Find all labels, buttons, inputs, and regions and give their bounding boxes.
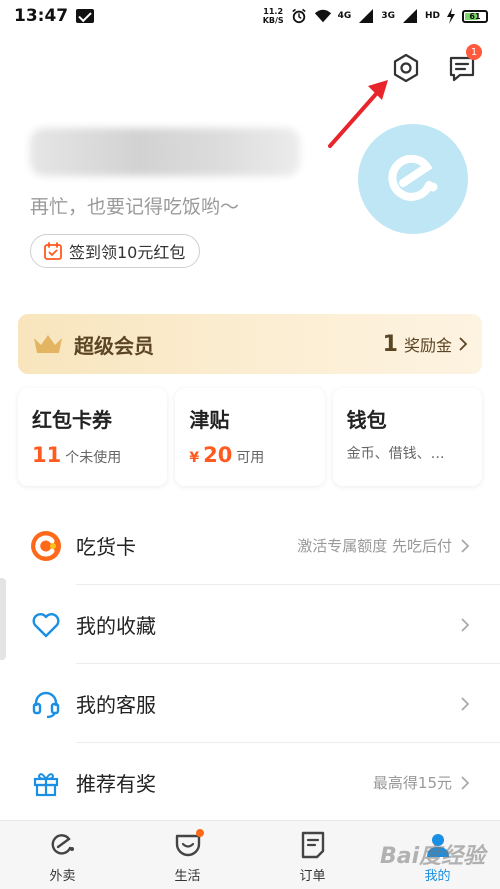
alarm-icon [291, 8, 306, 24]
card-allowance[interactable]: 津贴 ¥ 20 可用 [175, 388, 325, 486]
heart-icon [30, 609, 62, 641]
signal2-icon [402, 9, 417, 23]
card-allowance-number: 20 [203, 443, 233, 467]
list-item-foodie-card[interactable]: 吃货卡 激活专属额度 先吃后付 [0, 506, 500, 585]
list-item-customer-service[interactable]: 我的客服 [0, 664, 500, 743]
nav-label: 订单 [299, 869, 326, 884]
reward-label: 奖励金 [403, 336, 452, 355]
status-right: 11.2 KB/S 4G 3G HD 61 [263, 7, 488, 25]
list-item-hint: 激活专属额度 先吃后付 [297, 537, 452, 555]
list-item-right [460, 696, 470, 712]
list-item-right: 激活专属额度 先吃后付 [297, 535, 470, 556]
foodie-card-icon [30, 530, 62, 562]
battery-icon: 61 [462, 9, 488, 23]
chevron-right-icon [461, 617, 470, 632]
list-item-right [460, 617, 470, 633]
gift-icon [30, 767, 62, 799]
net-speed-unit: KB/S [262, 16, 284, 25]
greeting-text: 再忙，也要记得吃饭哟～ [30, 196, 240, 218]
watermark-text: Bai度经验 [380, 844, 486, 869]
list-item-referral[interactable]: 推荐有奖 最高得15元 [0, 743, 500, 822]
card-coupons[interactable]: 红包卡券 11 个未使用 [18, 388, 168, 486]
card-wallet[interactable]: 钱包 金币、借钱、… [332, 388, 482, 486]
life-icon [172, 829, 204, 861]
eleme-icon [47, 829, 79, 861]
menu-list: 吃货卡 激活专属额度 先吃后付 我的收藏 我的客服 推荐有奖 最高得15元 [0, 506, 500, 822]
card-allowance-title: 津贴 [189, 408, 230, 432]
status-bar: 13:47 11.2 KB/S 4G 3G HD 61 [0, 0, 500, 32]
card-coupons-unit: 个未使用 [65, 450, 122, 466]
checkin-button[interactable]: 签到领10元红包 [30, 234, 201, 268]
net-speed: 11.2 KB/S [263, 7, 284, 25]
order-icon [297, 829, 329, 861]
list-item-label: 我的客服 [76, 693, 156, 717]
nav-item-orders[interactable]: 订单 [250, 821, 375, 889]
list-item-favorites[interactable]: 我的收藏 [0, 585, 500, 664]
super-member-bar[interactable]: 超级会员 1 奖励金 [18, 314, 482, 374]
list-item-label: 吃货卡 [76, 535, 136, 559]
crown-icon [34, 335, 62, 353]
super-member-title: 超级会员 [74, 333, 154, 358]
list-item-label: 我的收藏 [76, 614, 156, 638]
checkin-label: 签到领10元红包 [69, 243, 186, 262]
battery-level: 61 [469, 11, 481, 21]
signal1-label: 4G [337, 11, 352, 21]
messages-button[interactable]: 1 [444, 44, 482, 86]
asset-cards: 红包卡券 11 个未使用 津贴 ¥ 20 可用 钱包 金币、借钱、… [18, 388, 482, 486]
nav-item-life[interactable]: 生活 [125, 821, 250, 889]
avatar[interactable] [358, 124, 468, 234]
status-time: 13:47 [14, 6, 69, 26]
net-speed-value: 11.2 [263, 7, 284, 16]
wifi-icon [314, 9, 331, 23]
notification-message-icon [76, 9, 95, 23]
card-wallet-title: 钱包 [346, 408, 387, 432]
card-allowance-unit: 可用 [236, 450, 265, 466]
nav-label: 生活 [174, 869, 201, 884]
chevron-right-icon [461, 696, 470, 711]
notification-dot [195, 829, 204, 837]
signal2-label: 3G [381, 11, 395, 21]
hd-label: HD [424, 11, 440, 21]
reward-summary: 1 奖励金 [383, 332, 468, 357]
nav-label: 外卖 [49, 869, 76, 884]
charging-icon [447, 8, 455, 24]
username-blurred [30, 128, 300, 176]
chevron-right-icon [459, 337, 468, 351]
list-item-hint: 最高得15元 [372, 774, 452, 792]
eleme-logo-icon [388, 154, 438, 201]
chevron-right-icon [461, 775, 470, 790]
reward-count: 1 [382, 331, 398, 357]
card-coupons-number: 11 [32, 443, 62, 467]
signal1-icon [359, 9, 374, 23]
nav-item-takeout[interactable]: 外卖 [0, 821, 125, 889]
card-allowance-yen: ¥ [189, 450, 200, 466]
card-coupons-title: 红包卡券 [32, 408, 112, 432]
headset-icon [30, 688, 62, 720]
chevron-right-icon [461, 538, 470, 553]
calendar-check-icon [44, 242, 62, 260]
card-wallet-subtitle: 金币、借钱、… [346, 446, 445, 462]
list-item-right: 最高得15元 [373, 772, 470, 793]
list-item-label: 推荐有奖 [76, 772, 156, 796]
message-badge: 1 [466, 44, 482, 60]
